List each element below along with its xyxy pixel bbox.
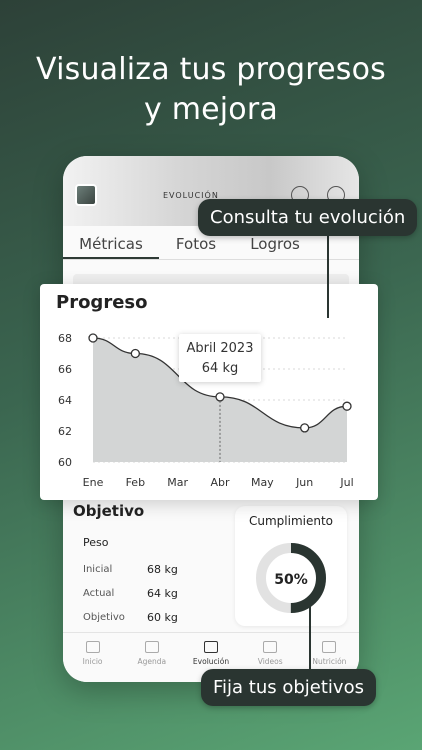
x-tick-label: Abr bbox=[210, 476, 230, 489]
objective-row-label: Objetivo bbox=[83, 612, 125, 623]
objective-panel: Objetivo Peso Inicial 68 kg Actual 64 kg… bbox=[73, 502, 233, 632]
nav-label: Inicio bbox=[82, 657, 103, 666]
tooltip-date: Abril 2023 bbox=[187, 341, 254, 356]
x-tick-label: Ene bbox=[83, 476, 104, 489]
x-tick-label: Jun bbox=[295, 476, 313, 489]
objective-row-value: 64 kg bbox=[147, 587, 178, 600]
headline-line-1: Visualiza tus progresos bbox=[36, 52, 386, 87]
nav-agenda[interactable]: Agenda bbox=[122, 633, 181, 682]
nav-label: Videos bbox=[257, 657, 283, 666]
y-tick-label: 64 bbox=[58, 394, 72, 407]
objective-row-value: 68 kg bbox=[147, 563, 178, 576]
chart-icon bbox=[204, 641, 218, 653]
nav-label: Agenda bbox=[137, 657, 167, 666]
x-tick-label: Mar bbox=[167, 476, 188, 489]
headline: Visualiza tus progresos y mejora bbox=[0, 50, 422, 130]
x-tick-label: Feb bbox=[126, 476, 145, 489]
compliance-title: Cumplimiento bbox=[248, 514, 334, 528]
avatar[interactable] bbox=[75, 184, 97, 206]
nav-label: Nutrición bbox=[312, 657, 347, 666]
data-point bbox=[300, 423, 310, 433]
callout-connector-bottom bbox=[309, 600, 311, 674]
tab-metricas[interactable]: Métricas bbox=[63, 228, 159, 259]
tooltip-value: 64 kg bbox=[202, 361, 238, 376]
nav-label: Evolución bbox=[192, 657, 230, 666]
video-icon bbox=[263, 641, 278, 653]
cutlery-icon bbox=[322, 641, 337, 653]
nav-inicio[interactable]: Inicio bbox=[63, 633, 122, 682]
y-tick-label: 68 bbox=[58, 332, 72, 345]
callout-bottom: Fija tus objetivos bbox=[201, 669, 376, 706]
data-point bbox=[130, 348, 140, 359]
data-point bbox=[88, 333, 98, 343]
objective-subtitle: Peso bbox=[83, 536, 109, 549]
headline-line-2: y mejora bbox=[144, 92, 278, 127]
data-point bbox=[342, 401, 352, 411]
compliance-percent: 50% bbox=[274, 572, 308, 588]
compliance-card: Cumplimiento 50% bbox=[235, 506, 347, 626]
calendar-icon bbox=[144, 641, 159, 653]
objective-title: Objetivo bbox=[73, 502, 145, 520]
data-point bbox=[215, 392, 225, 402]
callout-connector-top bbox=[327, 236, 329, 318]
objective-row-label: Actual bbox=[83, 588, 115, 599]
home-icon bbox=[85, 641, 100, 653]
x-tick-label: Jul bbox=[339, 476, 353, 489]
x-tick-label: May bbox=[251, 476, 274, 489]
callout-top: Consulta tu evolución bbox=[198, 199, 418, 236]
y-tick-label: 62 bbox=[58, 425, 72, 438]
y-tick-label: 66 bbox=[58, 363, 72, 376]
y-tick-label: 60 bbox=[58, 456, 72, 469]
objective-row-label: Inicial bbox=[83, 564, 113, 575]
objective-row-value: 60 kg bbox=[147, 611, 178, 624]
